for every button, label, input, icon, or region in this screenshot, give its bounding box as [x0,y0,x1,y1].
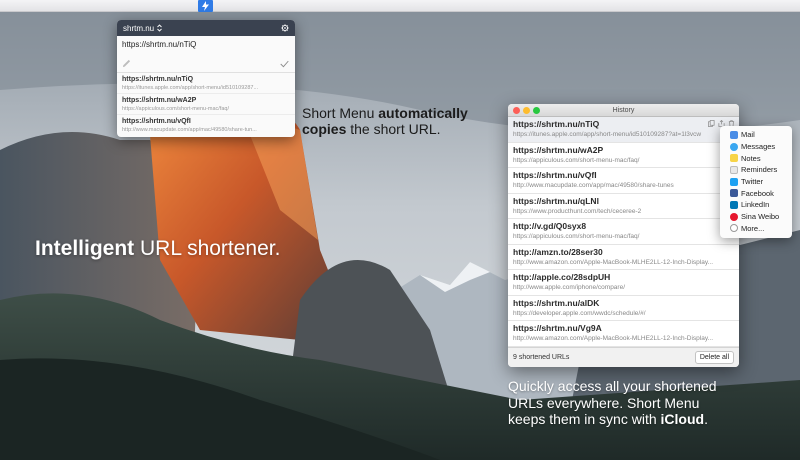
history-row[interactable]: https://shrtm.nu/alDK https://developer.… [508,296,739,321]
twitter-icon [730,177,738,186]
share-item-label: Facebook [741,188,774,198]
caption-text: the short URL. [346,121,441,137]
messages-icon [730,142,738,151]
close-button[interactable] [513,107,520,114]
facebook-icon [730,189,738,198]
icloud-sync-caption: Quickly access all your shortened URLs e… [508,378,738,428]
history-row[interactable]: https://shrtm.nu/nTiQ https://itunes.app… [508,117,739,143]
history-short-url: http://apple.co/28sdpUH [513,272,611,282]
headline: Intelligent URL shortener. [35,237,280,261]
share-item-label: More... [741,223,765,233]
popover-history-item[interactable]: https://shrtm.nu/nTiQ https://itunes.app… [117,73,295,94]
history-short-url: https://shrtm.nu/qLNl [513,195,599,206]
domain-select-label: shrtm.nu [123,23,155,33]
history-row[interactable]: http://v.gd/Q0syx8 https://appiculous.co… [508,219,739,245]
history-short-url: https://shrtm.nu/alDK [513,297,600,308]
popover-actions [122,59,289,68]
share-item-linkedin[interactable]: LinkedIn [720,199,792,211]
history-long-url: http://www.macupdate.com/app/mac/49580/s… [513,182,674,189]
zoom-button[interactable] [533,107,540,114]
weibo-icon [730,212,738,221]
history-row[interactable]: https://shrtm.nu/Vg9A http://www.amazon.… [508,321,739,347]
history-titlebar: History [508,104,739,117]
headline-rest: URL shortener. [134,237,281,260]
share-item-mail[interactable]: Mail [720,129,792,141]
lightning-bolt-icon[interactable] [198,0,213,12]
share-item-label: Mail [741,130,755,140]
short-menu-popover: shrtm.nu https://shrtm.nu/nTiQ https://s… [117,20,295,137]
share-item-reminders[interactable]: Reminders [720,164,792,176]
share-item-label: Reminders [741,165,778,175]
history-long-url: http://www.apple.com/iphone/compare/ [513,284,626,291]
updown-chevron-icon [157,24,162,32]
domain-select[interactable]: shrtm.nu [123,24,162,33]
url-input-area[interactable]: https://shrtm.nu/nTiQ [117,36,295,73]
caption-text: Short Menu [302,105,379,121]
notes-icon [730,154,738,163]
copy-icon[interactable] [708,120,715,127]
menu-bar [0,0,800,12]
history-list: https://shrtm.nu/nTiQ https://itunes.app… [508,117,739,347]
popover-item-long-url: https://appiculous.com/short-menu-mac/fa… [122,106,229,112]
share-item-label: Notes [741,153,761,163]
history-short-url: https://shrtm.nu/Vg9A [513,323,602,333]
popover-item-short-url: https://shrtm.nu/wA2P [122,97,197,104]
lightning-bolt-glyph [202,1,209,11]
share-item-more[interactable]: More... [720,223,792,235]
popover-item-long-url: http://www.macupdate.com/app/mac/49580/s… [122,127,257,133]
minimize-button[interactable] [523,107,530,114]
history-row[interactable]: http://apple.co/28sdpUH http://www.apple… [508,270,739,296]
popover-item-short-url: https://shrtm.nu/nTiQ [122,76,194,83]
share-item-weibo[interactable]: Sina Weibo [720,211,792,223]
gear-icon[interactable] [281,24,289,32]
history-row[interactable]: https://shrtm.nu/qLNl https://www.produc… [508,194,739,219]
mail-icon [730,130,738,139]
window-title: History [612,107,635,114]
share-item-facebook[interactable]: Facebook [720,187,792,199]
popover-item-long-url: https://itunes.apple.com/app/short-menu/… [122,85,259,91]
history-long-url: https://developer.apple.com/wwdc/schedul… [513,309,646,317]
history-long-url: https://appiculous.com/short-menu-mac/fa… [513,156,640,164]
sync-caption-end: . [704,411,708,427]
history-long-url: https://www.producthunt.com/tech/ceceree… [513,207,642,215]
history-short-url: https://shrtm.nu/vQfI [513,170,597,180]
share-item-label: LinkedIn [741,200,770,210]
share-item-twitter[interactable]: Twitter [720,176,792,188]
current-url-field[interactable]: https://shrtm.nu/nTiQ [122,40,290,49]
share-item-messages[interactable]: Messages [720,141,792,153]
history-row[interactable]: https://shrtm.nu/wA2P https://appiculous… [508,143,739,168]
popover-header: shrtm.nu [117,20,295,36]
popover-history-item[interactable]: https://shrtm.nu/vQfI http://www.macupda… [117,115,295,136]
checkmark-icon[interactable] [280,60,289,68]
share-item-notes[interactable]: Notes [720,152,792,164]
auto-copy-caption: Short Menu automatically copies the shor… [302,105,482,137]
url-count: 9 shortened URLs [513,354,570,361]
share-item-label: Sina Weibo [741,212,780,222]
history-short-url: https://shrtm.nu/nTiQ [513,119,600,129]
linkedin-icon [730,200,738,209]
share-item-label: Messages [741,142,776,152]
history-row[interactable]: http://amzn.to/28ser30 http://www.amazon… [508,245,739,270]
history-long-url: http://www.amazon.com/Apple-MacBook-MLHE… [513,258,714,266]
history-short-url: http://v.gd/Q0syx8 [513,221,587,231]
more-icon [730,224,738,233]
share-item-label: Twitter [741,177,764,187]
history-window: History https://shrtm.nu/nTiQ https://it… [508,104,739,367]
headline-bold: Intelligent [35,237,135,260]
history-row[interactable]: https://shrtm.nu/vQfI http://www.macupda… [508,168,739,194]
popover-item-short-url: https://shrtm.nu/vQfI [122,118,191,125]
history-long-url: https://itunes.apple.com/app/short-menu/… [513,131,702,138]
delete-all-button[interactable]: Delete all [694,351,734,364]
sync-caption-bold: iCloud [660,411,705,427]
history-long-url: https://appiculous.com/short-menu-mac/fa… [513,233,640,240]
history-short-url: http://amzn.to/28ser30 [513,246,603,257]
history-long-url: http://www.amazon.com/Apple-MacBook-MLHE… [513,335,714,342]
reminders-icon [730,165,738,174]
popover-history-item[interactable]: https://shrtm.nu/wA2P https://appiculous… [117,94,295,115]
share-menu: Mail Messages Notes Reminders Twitter Fa… [720,126,792,238]
pencil-icon[interactable] [122,59,131,68]
history-short-url: https://shrtm.nu/wA2P [513,144,604,155]
history-footer: 9 shortened URLs Delete all [508,347,739,367]
